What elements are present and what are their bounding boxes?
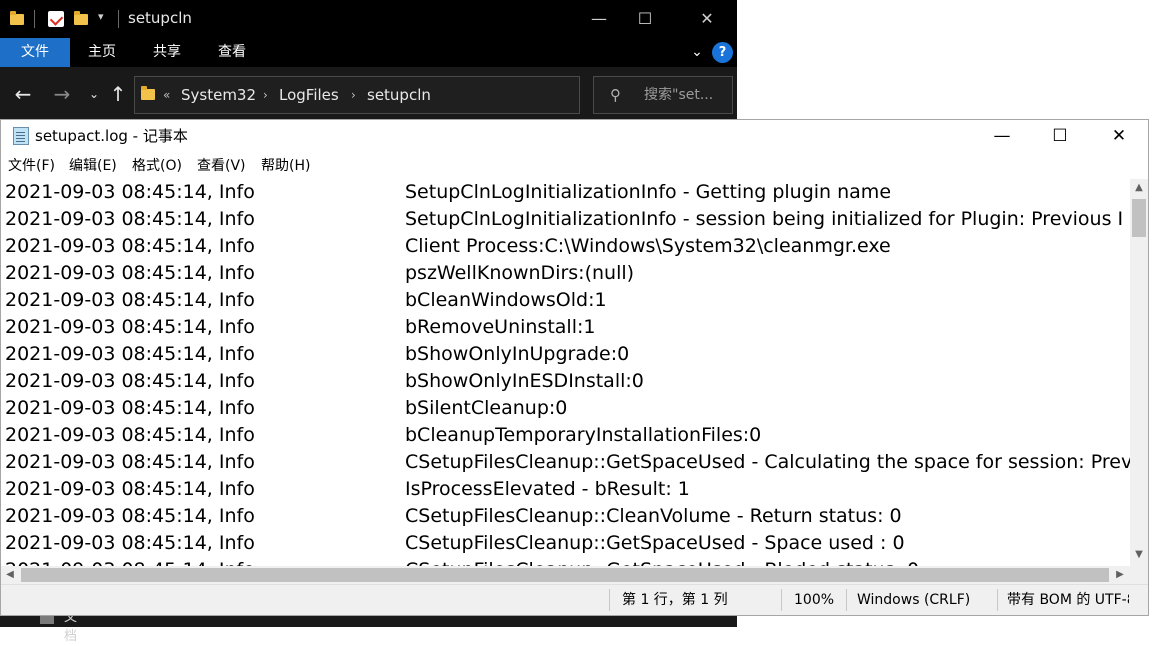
minimize-button[interactable]: — — [576, 0, 622, 38]
properties-icon[interactable] — [48, 11, 64, 27]
ribbon-tabs: 文件 主页 共享 查看 ⌄ ? — [0, 38, 737, 67]
close-button[interactable]: ✕ — [684, 0, 730, 38]
status-divider — [781, 589, 782, 611]
log-timestamp: 2021-09-03 08:45:14, Info — [5, 424, 255, 446]
status-divider — [846, 589, 847, 611]
horizontal-scroll-thumb[interactable] — [21, 568, 1109, 582]
minimize-button[interactable]: — — [973, 120, 1031, 152]
log-timestamp: 2021-09-03 08:45:14, Info — [5, 505, 255, 527]
log-timestamp: 2021-09-03 08:45:14, Info — [5, 532, 255, 554]
log-message: SetupClnLogInitializationInfo - session … — [405, 208, 1124, 230]
log-message: Client Process:C:\Windows\System32\clean… — [405, 235, 891, 257]
titlebar-divider — [34, 10, 35, 28]
notepad-titlebar: setupact.log - 记事本 — ☐ ✕ — [1, 120, 1148, 152]
status-bar: 第 1 行，第 1 列 100% Windows (CRLF) 带有 BOM 的… — [1, 584, 1148, 615]
status-divider — [997, 589, 998, 611]
zoom-level: 100% — [794, 592, 835, 608]
log-timestamp: 2021-09-03 08:45:14, Info — [5, 289, 255, 311]
log-message: CSetupFilesCleanup::CleanVolume - Return… — [405, 505, 902, 527]
log-message: CSetupFilesCleanup::GetSpaceUsed - Blode… — [405, 557, 919, 566]
address-bar[interactable]: « System32 › LogFiles › setupcln ⌄ ↻ — [134, 76, 703, 114]
explorer-title: setupcln — [128, 9, 192, 27]
log-message: bCleanWindowsOld:1 — [405, 289, 607, 311]
scroll-right-arrow-icon[interactable]: ▶ — [1111, 566, 1129, 584]
log-timestamp: 2021-09-03 08:45:14, Info — [5, 208, 255, 230]
log-timestamp: 2021-09-03 08:45:14, Info — [5, 262, 255, 284]
log-message: SetupClnLogInitializationInfo - Getting … — [405, 181, 892, 203]
chevron-right-icon[interactable]: › — [263, 77, 268, 113]
cursor-position: 第 1 行，第 1 列 — [622, 592, 728, 608]
breadcrumb-system32[interactable]: System32 — [181, 77, 256, 113]
menu-help[interactable]: 帮助(H) — [261, 153, 310, 179]
back-arrow-icon[interactable]: ← — [11, 81, 35, 107]
breadcrumb-logfiles[interactable]: LogFiles — [279, 77, 339, 113]
expand-ribbon-chevron-icon[interactable]: ⌄ — [688, 42, 706, 62]
maximize-button[interactable]: ☐ — [1031, 120, 1089, 152]
log-message: bCleanupTemporaryInstallationFiles:0 — [405, 424, 762, 446]
tab-file[interactable]: 文件 — [0, 38, 70, 67]
tab-share[interactable]: 共享 — [134, 38, 200, 67]
close-button[interactable]: ✕ — [1090, 120, 1148, 152]
forward-arrow-icon[interactable]: → — [50, 81, 74, 107]
horizontal-scrollbar[interactable]: ◀ ▶ — [1, 566, 1130, 584]
scroll-left-arrow-icon[interactable]: ◀ — [1, 566, 19, 584]
log-timestamp: 2021-09-03 08:45:14, Info — [5, 343, 255, 365]
text-editor-area[interactable]: 2021-09-03 08:45:14, Info SetupClnLogInit… — [1, 179, 1130, 566]
log-timestamp: 2021-09-03 08:45:14, Info — [5, 370, 255, 392]
breadcrumb-setupcln[interactable]: setupcln — [367, 77, 431, 113]
log-message: bRemoveUninstall:1 — [405, 316, 596, 338]
explorer-titlebar: ▾ setupcln — ☐ ✕ — [0, 0, 737, 38]
log-message: CSetupFilesCleanup::GetSpaceUsed - Calcu… — [405, 451, 1130, 473]
status-divider — [609, 589, 610, 611]
tab-home[interactable]: 主页 — [70, 38, 134, 67]
log-timestamp: 2021-09-03 08:45:14, Info — [5, 316, 255, 338]
maximize-button[interactable]: ☐ — [622, 0, 668, 38]
notepad-window: setupact.log - 记事本 — ☐ ✕ 文件(F) 编辑(E) 格式(… — [0, 119, 1149, 616]
recent-locations-chevron-icon[interactable]: ⌄ — [82, 81, 106, 107]
quick-access-dropdown-icon[interactable]: ▾ — [98, 10, 104, 23]
scroll-down-arrow-icon[interactable]: ▼ — [1130, 546, 1148, 564]
chevron-right-icon[interactable]: › — [351, 77, 356, 113]
menu-edit[interactable]: 编辑(E) — [69, 153, 117, 179]
navigation-bar: ← → ⌄ ↑ « System32 › LogFiles › setupcln… — [0, 67, 737, 121]
menu-format[interactable]: 格式(O) — [132, 153, 182, 179]
log-message: pszWellKnownDirs:(null) — [405, 262, 635, 284]
titlebar-divider — [118, 10, 119, 28]
log-message: bShowOnlyInESDInstall:0 — [405, 370, 644, 392]
log-timestamp: 2021-09-03 08:45:14, Info — [5, 181, 255, 203]
tab-view[interactable]: 查看 — [200, 38, 264, 67]
log-message: CSetupFilesCleanup::GetSpaceUsed - Space… — [405, 532, 905, 554]
search-placeholder: 搜索"set... — [644, 87, 714, 103]
log-message: IsProcessElevated - bResult: 1 — [405, 478, 690, 500]
line-ending: Windows (CRLF) — [857, 592, 971, 608]
log-timestamp: 2021-09-03 08:45:14, Info — [5, 235, 255, 257]
search-icon: ⚲ — [610, 86, 621, 104]
log-timestamp: 2021-09-03 08:45:14, Info — [5, 478, 255, 500]
up-arrow-icon[interactable]: ↑ — [106, 81, 130, 107]
menu-view[interactable]: 查看(V) — [197, 153, 246, 179]
vertical-scroll-thumb[interactable] — [1132, 199, 1146, 237]
log-timestamp: 2021-09-03 08:45:14, Info — [5, 557, 255, 566]
scrollbar-corner — [1130, 566, 1148, 584]
breadcrumb-overflow[interactable]: « — [163, 77, 170, 113]
menu-bar: 文件(F) 编辑(E) 格式(O) 查看(V) 帮助(H) — [1, 153, 1148, 179]
scroll-up-arrow-icon[interactable]: ▲ — [1130, 179, 1148, 197]
log-message: bShowOnlyInUpgrade:0 — [405, 343, 630, 365]
log-timestamp: 2021-09-03 08:45:14, Info — [5, 451, 255, 473]
help-button[interactable]: ? — [712, 42, 733, 63]
notepad-icon — [13, 127, 29, 145]
notepad-title: setupact.log - 记事本 — [35, 127, 188, 145]
menu-file[interactable]: 文件(F) — [8, 153, 55, 179]
log-message: bSilentCleanup:0 — [405, 397, 568, 419]
encoding: 带有 BOM 的 UTF-8 — [1007, 592, 1129, 608]
vertical-scrollbar[interactable]: ▲ ▼ — [1130, 179, 1148, 566]
search-box[interactable]: ⚲ 搜索"set... — [593, 76, 733, 114]
log-timestamp: 2021-09-03 08:45:14, Info — [5, 397, 255, 419]
